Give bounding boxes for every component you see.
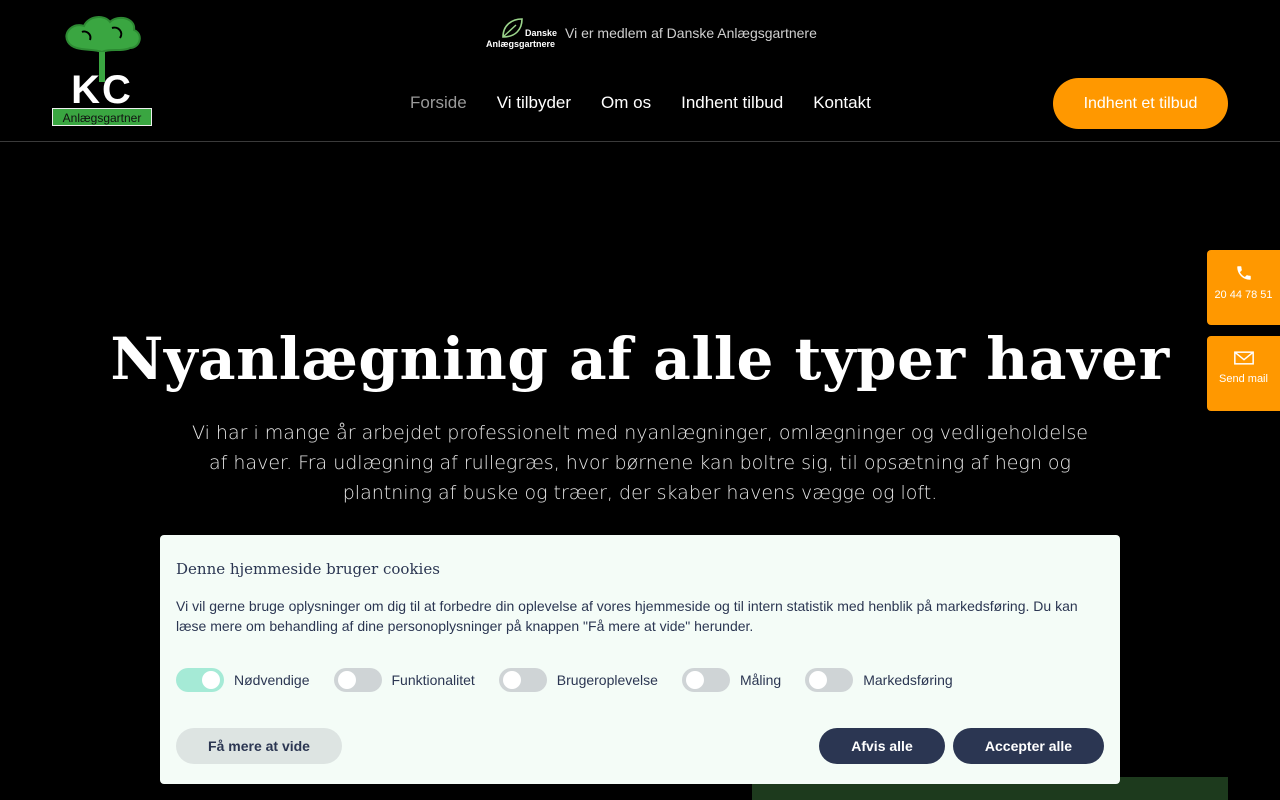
side-phone-button[interactable]: 20 44 78 51: [1207, 250, 1280, 325]
member-text: Vi er medlem af Danske Anlægsgartnere: [565, 25, 817, 41]
reject-all-button[interactable]: Afvis alle: [819, 728, 945, 764]
toggle-label: Måling: [739, 672, 782, 688]
danske-anlaegsgartnere-badge: Danske Anlægsgartnere: [486, 17, 560, 49]
site-header: KC Anlægsgartner Danske Anlægsgartnere V…: [0, 0, 1280, 142]
cookie-description: Vi vil gerne bruge oplysninger om dig ti…: [176, 598, 1078, 634]
side-mail-button[interactable]: Send mail: [1207, 336, 1280, 411]
site-logo[interactable]: KC Anlægsgartner: [52, 12, 152, 126]
badge-line2: Anlægsgartnere: [486, 39, 556, 49]
cookie-title: Denne hjemmeside bruger cookies: [176, 560, 440, 578]
leaf-icon: [502, 18, 523, 38]
learn-more-button[interactable]: Få mere at vide: [176, 728, 342, 764]
nav-item-om-os[interactable]: Om os: [601, 92, 651, 114]
toggle-label: Funktionalitet: [391, 672, 475, 688]
main-nav: Forside Vi tilbyder Om os Indhent tilbud…: [410, 92, 871, 114]
toggle-switch-functionality[interactable]: [333, 668, 382, 692]
toggle-knob: [502, 671, 521, 689]
get-quote-button[interactable]: Indhent et tilbud: [1053, 78, 1228, 129]
nav-item-kontakt[interactable]: Kontakt: [813, 92, 871, 114]
toggle-switch-user-experience[interactable]: [498, 668, 547, 692]
mail-icon: [1233, 351, 1254, 365]
toggle-functionality: Funktionalitet: [333, 668, 475, 692]
toggle-knob: [202, 671, 220, 689]
hero-title: Nyanlægning af alle typer haver: [110, 325, 1170, 393]
cookie-toggles: Nødvendige Funktionalitet Brugeroplevels…: [176, 668, 977, 692]
phone-icon: [1236, 266, 1251, 280]
toggle-marketing: Markedsføring: [805, 668, 953, 692]
logo-letters: KC: [71, 68, 133, 112]
nav-item-indhent-tilbud[interactable]: Indhent tilbud: [681, 92, 783, 114]
hero-text: Vi har i mange år arbejdet professionelt…: [192, 422, 1088, 504]
toggle-switch-necessary[interactable]: [176, 668, 224, 692]
toggle-measurement: Måling: [681, 668, 782, 692]
toggle-switch-measurement[interactable]: [681, 668, 730, 692]
logo-caption: Anlægsgartner: [52, 108, 152, 126]
toggle-knob: [337, 671, 356, 689]
accept-all-button[interactable]: Accepter alle: [953, 728, 1104, 764]
membership-note[interactable]: Danske Anlægsgartnere Vi er medlem af Da…: [486, 16, 817, 50]
toggle-necessary: Nødvendige: [176, 668, 310, 692]
toggle-knob: [685, 671, 704, 689]
toggle-switch-marketing[interactable]: [805, 668, 854, 692]
nav-item-forside[interactable]: Forside: [410, 92, 467, 114]
mail-label: Send mail: [1219, 373, 1268, 385]
badge-line1: Danske: [525, 28, 558, 38]
cookie-banner: Denne hjemmeside bruger cookies Vi vil g…: [160, 535, 1120, 784]
toggle-label: Brugeroplevelse: [556, 672, 658, 688]
toggle-knob: [809, 671, 828, 689]
phone-number: 20 44 78 51: [1214, 289, 1273, 301]
toggle-label: Markedsføring: [863, 672, 953, 688]
toggle-user-experience: Brugeroplevelse: [498, 668, 658, 692]
nav-item-vi-tilbyder[interactable]: Vi tilbyder: [497, 92, 571, 114]
toggle-label: Nødvendige: [234, 672, 310, 688]
